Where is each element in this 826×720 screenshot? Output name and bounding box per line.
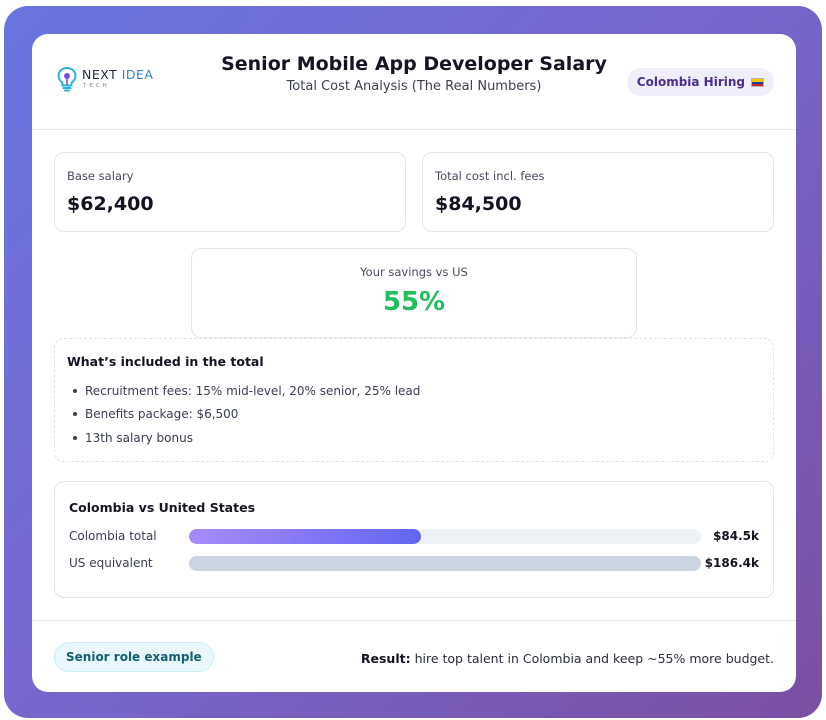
comparison-title: Colombia vs United States <box>69 500 256 515</box>
included-list: Recruitment fees: 15% mid-level, 20% sen… <box>67 379 420 450</box>
colombia-bar-row: Colombia total $84.5k <box>69 527 759 545</box>
colombia-bar-label: Colombia total <box>69 529 157 543</box>
result-text: Result: hire top talent in Colombia and … <box>361 651 774 666</box>
base-salary-label: Base salary <box>67 169 134 183</box>
included-title: What’s included in the total <box>67 354 264 369</box>
us-bar-fill <box>189 555 701 571</box>
list-item: Recruitment fees: 15% mid-level, 20% sen… <box>67 379 420 403</box>
colombia-bar-value: $84.5k <box>713 529 759 543</box>
list-item: 13th salary bonus <box>67 426 420 450</box>
total-cost-label: Total cost incl. fees <box>435 169 545 183</box>
colombia-bar-track <box>189 528 701 544</box>
hiring-badge-label: Colombia Hiring <box>636 75 745 89</box>
us-bar-row: US equivalent $186.4k <box>69 554 759 572</box>
result-label: Result: <box>360 651 411 666</box>
senior-role-badge: Senior role example <box>54 642 214 672</box>
logo-subtext: TECH <box>83 82 110 89</box>
company-logo: NEXT IDEA TECH <box>56 66 153 92</box>
comparison-section: Colombia vs United States Colombia total… <box>54 481 774 598</box>
colombia-flag-icon <box>751 77 764 87</box>
page-title: Senior Mobile App Developer Salary <box>221 53 607 75</box>
savings-card: Your savings vs US 55% <box>191 248 637 338</box>
savings-label: Your savings vs US <box>360 265 468 279</box>
base-salary-card: Base salary $62,400 <box>54 152 406 232</box>
us-bar-track <box>189 555 701 571</box>
us-bar-value: $186.4k <box>704 556 759 570</box>
total-cost-value: $84,500 <box>435 193 522 215</box>
card-footer: Senior role example Result: hire top tal… <box>32 620 796 692</box>
colombia-bar-fill <box>189 528 422 544</box>
us-bar-label: US equivalent <box>69 556 153 570</box>
logo-wordmark: NEXT IDEA <box>82 67 154 82</box>
lightbulb-icon <box>57 66 77 92</box>
included-section: What’s included in the total Recruitment… <box>54 338 774 462</box>
card-header: NEXT IDEA TECH Senior Mobile App Develop… <box>32 34 796 130</box>
total-cost-card: Total cost incl. fees $84,500 <box>422 152 774 232</box>
salary-card: NEXT IDEA TECH Senior Mobile App Develop… <box>32 34 796 692</box>
result-body: hire top talent in Colombia and keep ~55… <box>410 651 774 666</box>
base-salary-value: $62,400 <box>67 193 154 215</box>
page-subtitle: Total Cost Analysis (The Real Numbers) <box>286 79 542 94</box>
savings-value: 55% <box>382 287 446 317</box>
colombia-hiring-badge: Colombia Hiring <box>626 68 774 96</box>
list-item: Benefits package: $6,500 <box>67 403 420 427</box>
